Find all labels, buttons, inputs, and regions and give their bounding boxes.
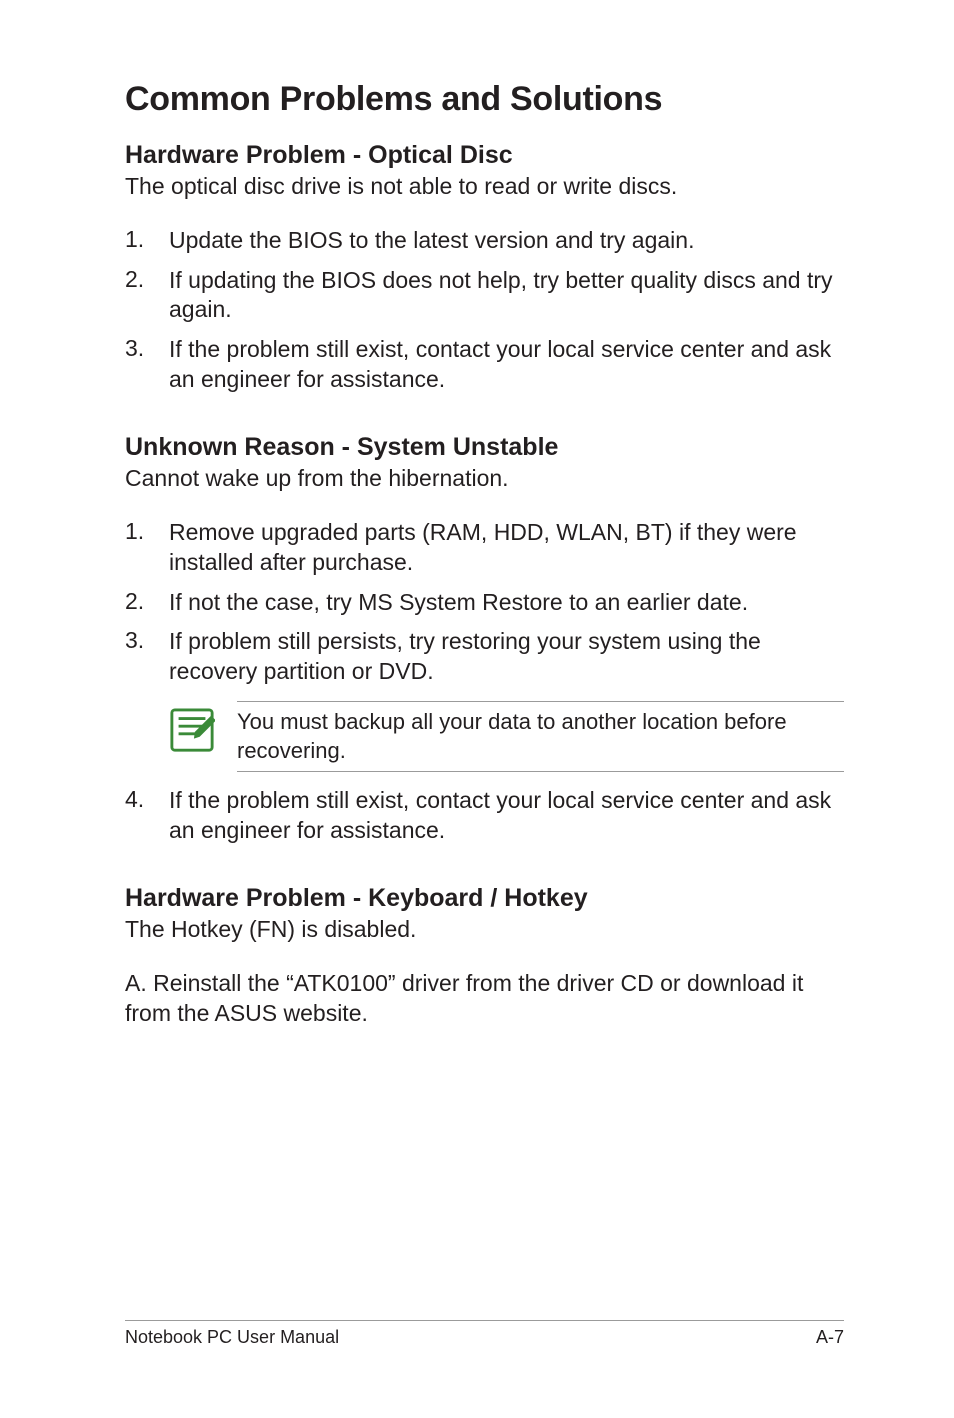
- page-title: Common Problems and Solutions: [125, 80, 844, 119]
- list-item: 1. Remove upgraded parts (RAM, HDD, WLAN…: [125, 518, 844, 578]
- page-footer: Notebook PC User Manual A-7: [125, 1320, 844, 1348]
- section-intro: Cannot wake up from the hibernation.: [125, 464, 844, 494]
- section-system-unstable: Unknown Reason - System Unstable Cannot …: [125, 433, 844, 846]
- list-text: If updating the BIOS does not help, try …: [169, 266, 844, 326]
- list-item: 3. If problem still persists, try restor…: [125, 627, 844, 687]
- list-text: Remove upgraded parts (RAM, HDD, WLAN, B…: [169, 518, 844, 578]
- list-item: 4. If the problem still exist, contact y…: [125, 786, 844, 846]
- list-number: 1.: [125, 226, 169, 256]
- section-intro: The Hotkey (FN) is disabled.: [125, 915, 844, 945]
- section-optical-disc: Hardware Problem - Optical Disc The opti…: [125, 141, 844, 395]
- footer-row: Notebook PC User Manual A-7: [125, 1327, 844, 1348]
- section-paragraph: A. Reinstall the “ATK0100” driver from t…: [125, 969, 844, 1029]
- list-item: 3. If the problem still exist, contact y…: [125, 335, 844, 395]
- list-number: 2.: [125, 588, 169, 618]
- note-body: You must backup all your data to another…: [237, 701, 844, 772]
- list-number: 2.: [125, 266, 169, 326]
- list-text: If problem still persists, try restoring…: [169, 627, 844, 687]
- footer-right: A-7: [816, 1327, 844, 1348]
- note-icon: [169, 707, 215, 753]
- section-keyboard-hotkey: Hardware Problem - Keyboard / Hotkey The…: [125, 884, 844, 1028]
- section-heading: Hardware Problem - Keyboard / Hotkey: [125, 884, 844, 913]
- list-number: 1.: [125, 518, 169, 578]
- divider: [237, 701, 844, 702]
- section-intro: The optical disc drive is not able to re…: [125, 172, 844, 202]
- list-number: 4.: [125, 786, 169, 846]
- divider: [125, 1320, 844, 1321]
- list-item: 2. If updating the BIOS does not help, t…: [125, 266, 844, 326]
- list-text: If the problem still exist, contact your…: [169, 335, 844, 395]
- list-item: 2. If not the case, try MS System Restor…: [125, 588, 844, 618]
- list-text: Update the BIOS to the latest version an…: [169, 226, 844, 256]
- list-text: If the problem still exist, contact your…: [169, 786, 844, 846]
- ordered-list: 1. Update the BIOS to the latest version…: [125, 226, 844, 395]
- list-text: If not the case, try MS System Restore t…: [169, 588, 844, 618]
- list-number: 3.: [125, 335, 169, 395]
- divider: [237, 771, 844, 772]
- page: Common Problems and Solutions Hardware P…: [0, 0, 954, 1418]
- note-text: You must backup all your data to another…: [237, 708, 844, 765]
- list-number: 3.: [125, 627, 169, 687]
- section-heading: Unknown Reason - System Unstable: [125, 433, 844, 462]
- ordered-list: 1. Remove upgraded parts (RAM, HDD, WLAN…: [125, 518, 844, 687]
- list-item: 1. Update the BIOS to the latest version…: [125, 226, 844, 256]
- note-callout: You must backup all your data to another…: [169, 701, 844, 772]
- section-heading: Hardware Problem - Optical Disc: [125, 141, 844, 170]
- footer-left: Notebook PC User Manual: [125, 1327, 339, 1348]
